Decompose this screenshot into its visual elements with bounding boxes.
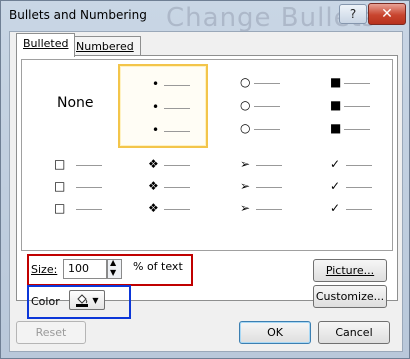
title-bar: Change Bullets Bullets and Numbering ? ✕	[1, 1, 409, 33]
size-value: 100	[68, 262, 89, 275]
tab-label: Bulleted	[23, 37, 69, 50]
bullet-style-square[interactable]: ■ ■ ■	[300, 64, 386, 144]
hollow-square-bullet-icon: □	[54, 157, 66, 171]
chevron-down-icon: ▼	[92, 295, 99, 305]
help-icon: ?	[349, 7, 357, 21]
bullet-style-none[interactable]: None	[32, 64, 118, 144]
line	[344, 106, 370, 107]
hollow-square-bullet-icon: □	[54, 201, 66, 215]
check-bullet-icon: ✓	[330, 201, 341, 215]
bullet-style-diamond[interactable]: ❖ ❖ ❖	[118, 158, 204, 218]
line	[164, 187, 190, 188]
diamond-bullet-icon: ❖	[148, 179, 159, 193]
close-icon: ✕	[381, 6, 393, 22]
square-bullet-icon: ■	[330, 75, 342, 89]
bullet-style-check[interactable]: ✓ ✓ ✓	[300, 158, 386, 218]
dot-bullet-icon: •	[152, 123, 160, 137]
line	[76, 209, 102, 210]
tab-panel: None • • • ○ ○ ○ ■ ■ ■ □ □ □ ❖ ❖ ❖ ➢ ➢ ➢…	[16, 55, 398, 319]
line	[256, 209, 282, 210]
diamond-bullet-icon: ❖	[148, 201, 159, 215]
customize-button[interactable]: Customize...	[313, 285, 387, 308]
line	[254, 129, 280, 130]
tab-numbered[interactable]: Numbered	[69, 36, 141, 57]
square-bullet-icon: ■	[330, 121, 342, 135]
arrow-bullet-icon: ➢	[240, 157, 251, 171]
size-input[interactable]: 100	[63, 259, 107, 279]
color-label: Color	[31, 295, 60, 308]
help-button[interactable]: ?	[339, 4, 367, 24]
dialog-window: Change Bullets Bullets and Numbering ? ✕…	[0, 0, 410, 359]
line	[346, 187, 372, 188]
tab-bulleted[interactable]: Bulleted	[16, 33, 76, 57]
spinner-down-icon: ▼	[110, 268, 117, 277]
dialog-client-area: Bulleted Numbered None • • • ○ ○ ○ ■ ■ ■…	[9, 31, 403, 352]
circle-bullet-icon: ○	[240, 75, 251, 89]
line	[344, 129, 370, 130]
size-label: Size:	[31, 263, 58, 276]
spinner-up-icon: ▲	[110, 258, 117, 267]
paint-bucket-icon	[76, 294, 89, 307]
circle-bullet-icon: ○	[240, 98, 251, 112]
line	[164, 85, 190, 86]
line	[76, 165, 102, 166]
color-picker-button[interactable]: ▼	[69, 290, 105, 310]
bullet-style-circle[interactable]: ○ ○ ○	[210, 64, 296, 144]
none-label: None	[57, 95, 94, 111]
bullet-style-arrow[interactable]: ➢ ➢ ➢	[210, 158, 296, 218]
line	[254, 106, 280, 107]
dialog-title: Bullets and Numbering	[9, 8, 147, 22]
arrow-bullet-icon: ➢	[240, 179, 251, 193]
bullet-style-dot[interactable]: • • •	[118, 64, 208, 148]
tab-label: Numbered	[76, 40, 134, 53]
circle-bullet-icon: ○	[240, 121, 251, 135]
ok-button[interactable]: OK	[239, 321, 311, 344]
reset-button[interactable]: Reset	[16, 321, 86, 344]
dot-bullet-icon: •	[152, 100, 160, 114]
line	[164, 209, 190, 210]
line	[346, 209, 372, 210]
line	[164, 165, 190, 166]
line	[344, 83, 370, 84]
bullet-style-hollow-square[interactable]: □ □ □	[32, 158, 118, 218]
line	[256, 187, 282, 188]
size-unit-label: % of text	[133, 260, 183, 273]
check-bullet-icon: ✓	[330, 179, 341, 193]
dot-bullet-icon: •	[152, 77, 160, 91]
hollow-square-bullet-icon: □	[54, 179, 66, 193]
close-button[interactable]: ✕	[368, 3, 406, 25]
bullet-gallery: None • • • ○ ○ ○ ■ ■ ■ □ □ □ ❖ ❖ ❖ ➢ ➢ ➢…	[21, 59, 393, 251]
arrow-bullet-icon: ➢	[240, 201, 251, 215]
size-spinner[interactable]: ▲ ▼	[107, 258, 122, 279]
line	[76, 187, 102, 188]
line	[346, 165, 372, 166]
diamond-bullet-icon: ❖	[148, 157, 159, 171]
line	[254, 83, 280, 84]
line	[256, 165, 282, 166]
picture-button[interactable]: Picture...	[313, 259, 387, 282]
line	[164, 131, 190, 132]
check-bullet-icon: ✓	[330, 157, 341, 171]
line	[164, 108, 190, 109]
square-bullet-icon: ■	[330, 98, 342, 112]
cancel-button[interactable]: Cancel	[318, 321, 390, 344]
